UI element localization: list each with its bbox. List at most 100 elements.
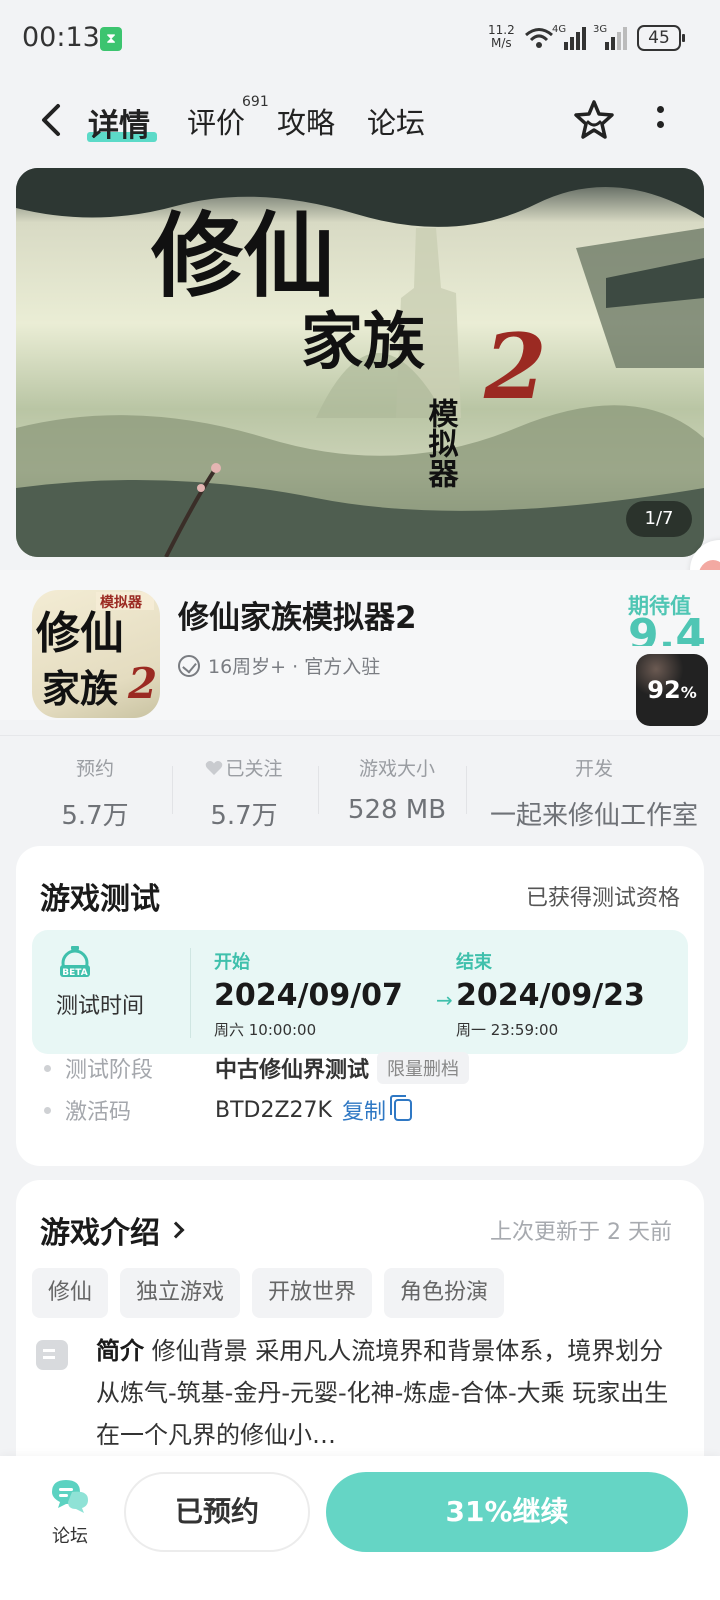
stat-value: 5.7万 bbox=[61, 801, 129, 831]
stat-value: 528 MB bbox=[347, 795, 447, 825]
test-end-label: 结束 bbox=[456, 952, 492, 973]
stat-label: 已关注 bbox=[186, 754, 302, 781]
stat-reservations: 预约 5.7万 bbox=[40, 754, 150, 832]
banner-title-side: 模拟器 bbox=[423, 398, 460, 488]
game-meta-text: 16周岁+ · 官方入驻 bbox=[208, 656, 381, 678]
tab-guides[interactable]: 攻略 bbox=[277, 100, 335, 142]
banner-title-sub: 家族 bbox=[301, 305, 425, 378]
test-stage-row: 测试阶段 中古修仙界测试 限量删档 bbox=[44, 1052, 470, 1084]
test-end-date: 2024/09/23 bbox=[456, 978, 645, 1013]
test-stage-key: 测试阶段 bbox=[65, 1058, 154, 1083]
summary-label: 简介 bbox=[96, 1337, 144, 1365]
signal-bars-icon bbox=[605, 27, 627, 50]
stat-followed[interactable]: 已关注 5.7万 bbox=[186, 754, 302, 832]
tab-reviews[interactable]: 评价 bbox=[187, 100, 245, 142]
arrow-right-icon: → bbox=[436, 988, 453, 1012]
copy-code-button[interactable]: 复制 bbox=[342, 1094, 412, 1126]
network-speed-unit: M/s bbox=[491, 36, 512, 50]
screenshot-carousel[interactable]: 修仙 家族 2 模拟器 1/7 bbox=[16, 168, 704, 557]
test-stage-value: 中古修仙界测试 bbox=[215, 1058, 370, 1083]
intro-title: 游戏介绍 bbox=[40, 1216, 160, 1251]
summary-text: 修仙背景 采用凡人流境界和背景体系，境界划分从炼气-筑基-金丹-元婴-化神-炼虚… bbox=[96, 1337, 669, 1449]
tag-item[interactable]: 开放世界 bbox=[252, 1268, 373, 1318]
reserved-button[interactable]: 已预约 bbox=[124, 1472, 310, 1552]
test-qualification-status: 已获得测试资格 bbox=[525, 886, 680, 911]
tag-item[interactable]: 角色扮演 bbox=[384, 1268, 505, 1318]
back-arrow-icon[interactable] bbox=[34, 100, 70, 140]
stat-label: 游戏大小 bbox=[358, 758, 435, 780]
test-end-time: 周一 23:59:00 bbox=[456, 1021, 559, 1039]
divider bbox=[190, 948, 191, 1038]
more-options-icon[interactable] bbox=[650, 102, 670, 140]
divider bbox=[466, 766, 467, 814]
activation-code-key: 激活码 bbox=[65, 1100, 132, 1125]
game-stats: 预约 5.7万 已关注 5.7万 游戏大小 528 MB 开发 一起来修仙工作室 bbox=[0, 735, 720, 835]
copy-label: 复制 bbox=[341, 1100, 386, 1125]
test-start-time: 周六 10:00:00 bbox=[214, 1021, 317, 1039]
banner-title-number: 2 bbox=[483, 314, 547, 420]
favorite-star-icon[interactable] bbox=[572, 98, 616, 142]
game-icon: 修仙 家族 模拟器 2 bbox=[32, 590, 160, 718]
activation-code-value: BTD2Z27K bbox=[215, 1097, 332, 1123]
bullet-dot bbox=[44, 1106, 51, 1114]
divider bbox=[172, 766, 173, 814]
heart-icon bbox=[206, 761, 223, 775]
stat-label: 预约 bbox=[75, 758, 114, 780]
verified-check-icon bbox=[178, 654, 200, 677]
forum-button[interactable]: 论坛 bbox=[42, 1478, 98, 1548]
intro-last-updated: 上次更新于 2 天前 bbox=[490, 1220, 672, 1245]
game-icon-badge: 模拟器 bbox=[100, 594, 143, 611]
chevron-right-icon bbox=[167, 1221, 185, 1239]
status-bar: 00:13 ⧗ 11.2 M/s 4G 3G 45 bbox=[0, 0, 720, 80]
float-percent: 92 bbox=[647, 676, 681, 704]
top-nav: 详情 评价 691 攻略 论坛 bbox=[0, 80, 720, 160]
test-time-label: 测试时间 bbox=[56, 994, 145, 1019]
game-icon-number: 2 bbox=[127, 659, 157, 708]
stat-label-text: 已关注 bbox=[225, 758, 283, 780]
stat-value: 5.7万 bbox=[210, 801, 278, 831]
carousel-counter: 1/7 bbox=[626, 501, 692, 537]
test-start: 开始 2024/09/07 周六 10:00:00 bbox=[214, 948, 403, 1040]
banner-title-main: 修仙 bbox=[151, 202, 335, 310]
tag-item[interactable]: 修仙 bbox=[32, 1268, 109, 1318]
download-progress-float[interactable]: 92% bbox=[636, 654, 708, 726]
tag-list: 修仙 独立游戏 开放世界 角色扮演 bbox=[32, 1268, 505, 1318]
test-stage-tag: 限量删档 bbox=[377, 1052, 470, 1084]
test-end: 结束 2024/09/23 周一 23:59:00 bbox=[456, 948, 645, 1040]
stat-developer[interactable]: 开发 一起来修仙工作室 bbox=[478, 754, 710, 832]
test-start-label: 开始 bbox=[214, 952, 250, 973]
bullet-dot bbox=[44, 1064, 51, 1072]
continue-download-button[interactable]: 31%继续 bbox=[326, 1472, 688, 1552]
chat-bubble-icon bbox=[52, 1480, 88, 1513]
bottom-action-bar: 论坛 已预约 31%继续 bbox=[0, 1456, 720, 1600]
game-icon-text-bottom: 家族 bbox=[42, 666, 118, 711]
battery-icon: 45 bbox=[637, 25, 685, 51]
stat-label: 开发 bbox=[574, 758, 613, 780]
forum-label: 论坛 bbox=[52, 1526, 88, 1547]
signal-bars-icon bbox=[564, 27, 586, 50]
tab-forum[interactable]: 论坛 bbox=[367, 100, 425, 142]
beta-timer-icon: BETA bbox=[60, 946, 90, 978]
game-icon-text-top: 修仙 bbox=[36, 608, 124, 659]
game-meta: 16周岁+ · 官方入驻 bbox=[178, 652, 380, 679]
divider bbox=[318, 766, 319, 814]
test-start-date: 2024/09/07 bbox=[214, 978, 403, 1013]
reviews-count-badge: 691 bbox=[242, 94, 269, 110]
banner-artwork: 修仙 家族 2 模拟器 bbox=[16, 168, 704, 557]
game-header: 修仙 家族 模拟器 2 修仙家族模拟器2 16周岁+ · 官方入驻 期待值 9.… bbox=[0, 570, 720, 720]
tab-details[interactable]: 详情 bbox=[88, 100, 150, 145]
intro-title-link[interactable]: 游戏介绍 bbox=[40, 1208, 185, 1252]
test-time-box: BETA 测试时间 开始 2024/09/07 周六 10:00:00 → 结束… bbox=[32, 930, 688, 1054]
float-percent-unit: % bbox=[680, 683, 697, 702]
wifi-icon bbox=[525, 28, 553, 48]
game-test-card: 游戏测试 已获得测试资格 BETA 测试时间 开始 2024/09/07 周六 … bbox=[16, 846, 704, 1166]
summary-icon bbox=[36, 1340, 68, 1370]
activation-code-row: 激活码 BTD2Z27K 复制 bbox=[44, 1094, 412, 1126]
expectation-score: 9.4 bbox=[628, 612, 706, 646]
game-icon-art: 修仙 家族 模拟器 2 bbox=[36, 592, 157, 711]
tag-item[interactable]: 独立游戏 bbox=[120, 1268, 241, 1318]
network-speed: 11.2 M/s bbox=[488, 24, 515, 50]
copy-icon bbox=[389, 1095, 412, 1121]
game-summary[interactable]: 简介 修仙背景 采用凡人流境界和背景体系，境界划分从炼气-筑基-金丹-元婴-化神… bbox=[96, 1330, 676, 1456]
status-time: 00:13 bbox=[22, 22, 100, 53]
